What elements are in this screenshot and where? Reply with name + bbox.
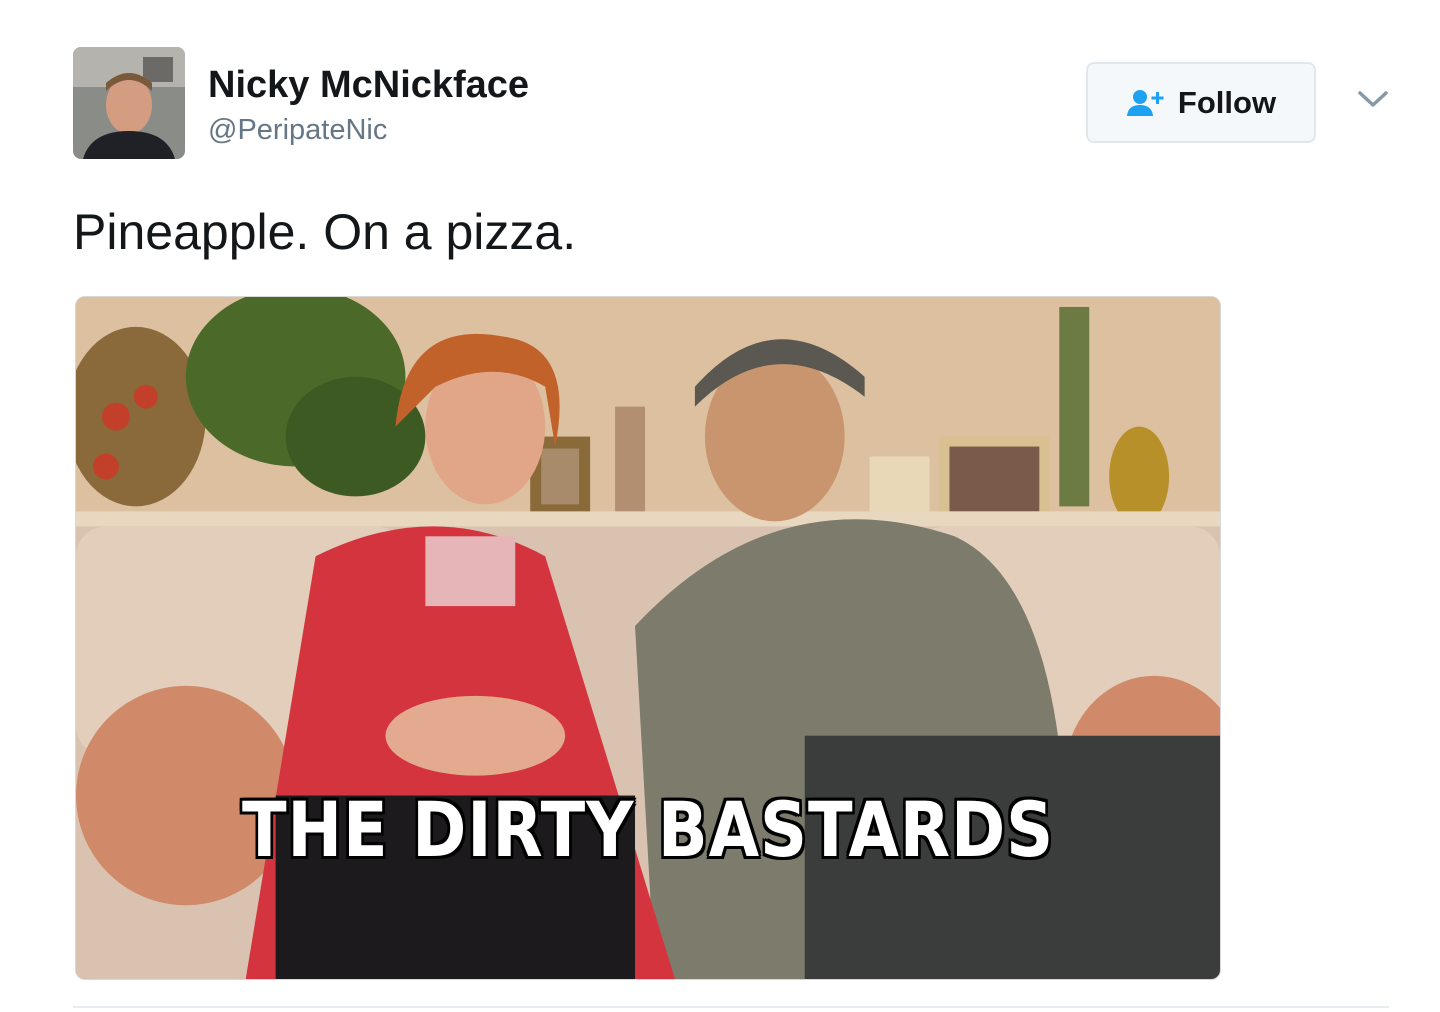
avatar[interactable] (73, 47, 185, 159)
tweet-media[interactable]: THE DIRTY BASTARDS (75, 296, 1221, 980)
chevron-down-icon[interactable] (1356, 86, 1390, 112)
display-name[interactable]: Nicky McNickface (208, 64, 529, 107)
tweet-text: Pineapple. On a pizza. (73, 204, 577, 260)
follow-button[interactable]: Follow (1086, 62, 1316, 143)
user-handle[interactable]: @PeripateNic (208, 114, 387, 147)
follow-label: Follow (1177, 84, 1277, 120)
meme-photo (76, 297, 1220, 979)
meme-caption: THE DIRTY BASTARDS (241, 785, 1055, 874)
divider (73, 1006, 1389, 1008)
add-user-icon (1126, 88, 1166, 118)
